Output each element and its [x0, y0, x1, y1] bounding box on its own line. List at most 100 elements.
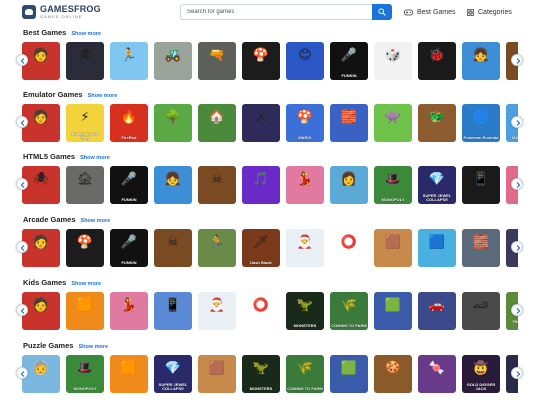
game-tile[interactable]: 🚜 [154, 42, 192, 80]
section-header: Best Games Show more [23, 28, 101, 40]
game-tile[interactable]: 🌀 Pokemon Emerald [462, 104, 500, 142]
game-tile[interactable]: 👩 [330, 166, 368, 204]
carousel-left-button[interactable] [16, 367, 28, 379]
show-more-link[interactable]: Show more [80, 155, 110, 161]
section-header: Arcade Games Show more [23, 215, 110, 227]
show-more-link[interactable]: Show more [71, 31, 101, 37]
nav-categories[interactable]: Categories [467, 6, 512, 18]
game-tile[interactable]: 🗡 Dash Blade [242, 229, 280, 267]
carousel-left-button[interactable] [16, 304, 28, 316]
game-thumbnail-icon: 🌾 [296, 360, 314, 375]
game-tile[interactable]: 🎵 [242, 166, 280, 204]
game-tile[interactable]: 🎤 FUNKIN [110, 229, 148, 267]
nav-categories-label: Categories [478, 8, 512, 16]
game-thumbnail-icon: 🎅 [296, 234, 314, 249]
chevron-left-icon [20, 120, 25, 126]
game-tile[interactable]: 🍪 [374, 355, 412, 393]
game-tile[interactable]: 🎩 MONOPOLY [66, 355, 104, 393]
section-title: Kids Games [23, 278, 67, 287]
game-tile[interactable]: 🦖 MONSTERS [242, 355, 280, 393]
game-tile[interactable]: 💃 [286, 166, 324, 204]
nav-best-games[interactable]: Best Games [404, 6, 456, 18]
game-tile[interactable]: ⭕ [242, 292, 280, 330]
game-tile[interactable]: 🐲 [418, 104, 456, 142]
game-tile[interactable]: 🎤 FUNKIN [110, 166, 148, 204]
game-tile[interactable]: 🟧 [66, 292, 104, 330]
game-tile[interactable]: ☠ [154, 229, 192, 267]
game-tile[interactable]: 🕷 [66, 42, 104, 80]
game-tile[interactable]: 🌳 [154, 104, 192, 142]
game-thumbnail-icon: 🎤 [120, 171, 138, 186]
carousel-right-button[interactable] [511, 178, 523, 190]
game-tile[interactable]: 🟫 [198, 355, 236, 393]
game-tile[interactable]: 🏃 [198, 229, 236, 267]
game-tile[interactable]: 🎅 [286, 229, 324, 267]
site-logo[interactable]: GAMESFROG GAMES ONLINE [22, 4, 101, 20]
carousel-right-button[interactable] [511, 367, 523, 379]
game-thumbnail-icon: 🏚 [76, 171, 94, 186]
game-tile[interactable]: 👾 [374, 104, 412, 142]
game-tile[interactable]: 🟫 [374, 229, 412, 267]
game-tile[interactable]: 👧 [154, 166, 192, 204]
carousel-left-button[interactable] [16, 178, 28, 190]
game-tile[interactable]: ☠ [198, 166, 236, 204]
game-tile[interactable]: 📱 [462, 166, 500, 204]
search-icon [378, 8, 386, 16]
game-tile[interactable]: 🏃 [110, 42, 148, 80]
show-more-link[interactable]: Show more [71, 281, 101, 287]
game-thumbnail-icon: 🔥 [120, 109, 138, 124]
game-tile[interactable]: 🍄 MARIO [286, 104, 324, 142]
game-tile[interactable]: ⚡ Pokemon Ash Gray [66, 104, 104, 142]
game-tile[interactable]: 🟩 [374, 292, 412, 330]
game-thumbnail-icon: 🏠 [208, 109, 226, 124]
game-tile[interactable]: 🏠 [198, 104, 236, 142]
game-tile[interactable]: 🟩 [330, 355, 368, 393]
carousel-right-button[interactable] [511, 241, 523, 253]
game-tile[interactable]: 🟧 [110, 355, 148, 393]
game-tile[interactable]: ⚔ [242, 104, 280, 142]
game-tile[interactable]: 🤠 GOLD DIGGER JACK [462, 355, 500, 393]
game-tile[interactable]: 🦖 MONSTERS [286, 292, 324, 330]
game-tile[interactable]: 🟦 [418, 229, 456, 267]
game-tile[interactable]: 🍄 [66, 229, 104, 267]
game-tile[interactable]: 🏚 [66, 166, 104, 204]
game-tile[interactable]: 🧱 [462, 229, 500, 267]
game-tile[interactable]: 👧 [462, 42, 500, 80]
game-tile[interactable]: 🔥 FireRed [110, 104, 148, 142]
game-tile[interactable]: ⭕ [330, 229, 368, 267]
game-thumbnail-icon: 🐞 [428, 47, 446, 62]
chevron-right-icon [516, 58, 521, 64]
game-tile[interactable]: 💎 SUPER JEWEL COLLAPSE [154, 355, 192, 393]
show-more-link[interactable]: Show more [81, 218, 111, 224]
chevron-left-icon [20, 58, 25, 64]
game-tile[interactable]: 💎 SUPER JEWEL COLLAPSE [418, 166, 456, 204]
game-tile[interactable]: 🧱 [330, 104, 368, 142]
search-button[interactable] [372, 4, 392, 20]
game-tile[interactable]: 🎲 [374, 42, 412, 80]
game-tile[interactable]: 🎅 [198, 292, 236, 330]
game-tile[interactable]: 🎩 MONOPOLY [374, 166, 412, 204]
chevron-right-icon [516, 245, 521, 251]
game-tile[interactable]: 🍄 [242, 42, 280, 80]
game-tile[interactable]: 🚗 [418, 292, 456, 330]
show-more-link[interactable]: Show more [78, 344, 108, 350]
game-tile[interactable]: 🌾 COMING TO FARM [286, 355, 324, 393]
show-more-link[interactable]: Show more [88, 93, 118, 99]
carousel-right-button[interactable] [511, 54, 523, 66]
carousel-left-button[interactable] [16, 54, 28, 66]
game-carousel: 🧑🟧💃📱🎅⭕🦖MONSTERS🌾COMING TO FARM🟩🚗🏎🐛FIND I… [22, 292, 518, 330]
game-tile[interactable]: 🏎 [462, 292, 500, 330]
search-input[interactable] [180, 4, 372, 20]
carousel-right-button[interactable] [511, 304, 523, 316]
game-tile[interactable]: 😊 [286, 42, 324, 80]
carousel-left-button[interactable] [16, 241, 28, 253]
game-tile[interactable]: 🔫 [198, 42, 236, 80]
game-tile[interactable]: 🍬 [418, 355, 456, 393]
game-tile[interactable]: 🎤 FUNKIN [330, 42, 368, 80]
game-tile[interactable]: 🌾 COMING TO FARM [330, 292, 368, 330]
game-tile[interactable]: 🐞 [418, 42, 456, 80]
carousel-right-button[interactable] [511, 116, 523, 128]
game-tile[interactable]: 💃 [110, 292, 148, 330]
carousel-left-button[interactable] [16, 116, 28, 128]
game-tile[interactable]: 📱 [154, 292, 192, 330]
